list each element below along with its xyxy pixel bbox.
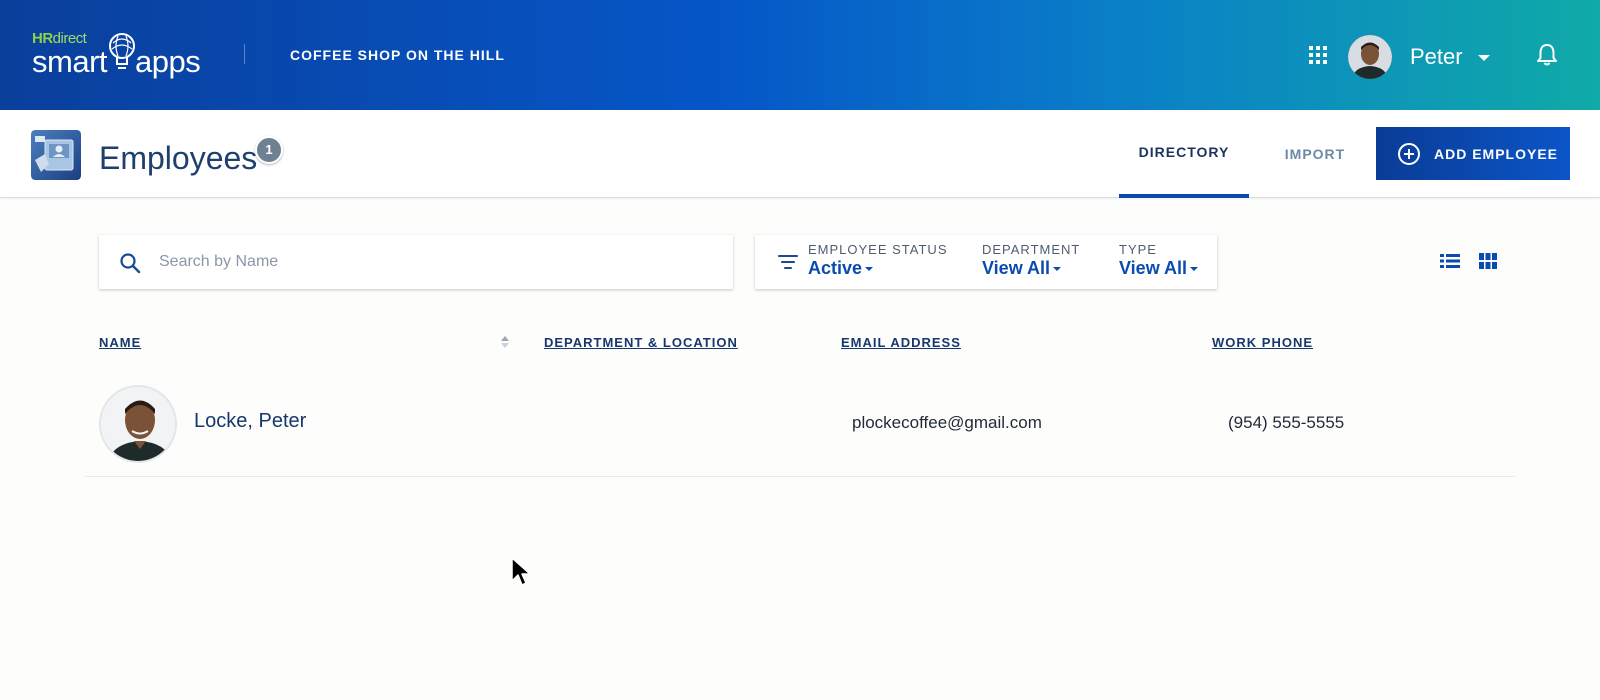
column-header-department[interactable]: DEPARTMENT & LOCATION (544, 335, 738, 350)
bell-icon[interactable] (1536, 43, 1558, 67)
employee-count-badge: 1 (255, 136, 283, 164)
user-photo (1348, 35, 1392, 79)
caret-down-icon (1190, 266, 1199, 271)
chevron-down-icon[interactable] (1478, 55, 1490, 61)
add-employee-button[interactable]: ADD EMPLOYEE (1376, 127, 1570, 180)
mouse-cursor-icon (511, 557, 531, 586)
page-title: Employees (99, 140, 258, 176)
filter-icon[interactable] (777, 253, 799, 271)
page-header: Employees 1 DIRECTORY IMPORT ADD EMPLOYE… (0, 110, 1600, 198)
add-employee-label: ADD EMPLOYEE (1434, 145, 1559, 162)
search-icon (120, 253, 141, 274)
plus-circle-icon (1398, 142, 1420, 165)
tab-import[interactable]: IMPORT (1260, 110, 1370, 198)
lightbulb-icon (109, 33, 135, 69)
header-divider (244, 44, 245, 64)
caret-down-icon (865, 266, 874, 271)
employee-phone[interactable]: (954) 555-5555 (1228, 413, 1344, 433)
department-filter[interactable]: DEPARTMENT View All (982, 242, 1080, 279)
list-view-icon[interactable] (1440, 253, 1460, 269)
employee-email[interactable]: plockecoffee@gmail.com (852, 413, 1042, 433)
grid-view-icon[interactable] (1479, 253, 1497, 269)
employee-status-filter[interactable]: EMPLOYEE STATUS Active (808, 242, 948, 279)
column-header-email[interactable]: EMAIL ADDRESS (841, 335, 961, 350)
department-value[interactable]: View All (982, 258, 1080, 279)
type-filter[interactable]: TYPE View All (1119, 242, 1199, 279)
table-row[interactable]: Locke, Peter plockecoffee@gmail.com (954… (85, 377, 1515, 477)
company-name: COFFEE SHOP ON THE HILL (290, 47, 505, 63)
employee-photo (101, 387, 175, 461)
user-avatar[interactable] (1348, 35, 1392, 79)
column-header-name[interactable]: NAME (99, 335, 141, 350)
department-label: DEPARTMENT (982, 242, 1081, 257)
logo-smart-text: smart (32, 44, 108, 79)
caret-down-icon (1053, 266, 1062, 271)
tab-directory[interactable]: DIRECTORY (1119, 110, 1249, 198)
sort-icon[interactable] (500, 335, 510, 349)
search-input[interactable] (159, 249, 709, 275)
filter-bar: EMPLOYEE STATUS Active DEPARTMENT View A… (755, 235, 1217, 289)
top-nav-bar: HRdirect smart apps COFFEE SHOP ON THE H… (0, 0, 1600, 110)
employees-app-icon (31, 130, 81, 180)
employee-avatar[interactable] (99, 385, 177, 463)
type-value[interactable]: View All (1119, 258, 1199, 279)
employee-name[interactable]: Locke, Peter (194, 410, 306, 433)
apps-grid-icon[interactable] (1309, 46, 1327, 64)
username[interactable]: Peter (1410, 44, 1463, 70)
column-header-phone[interactable]: WORK PHONE (1212, 335, 1313, 350)
type-label: TYPE (1119, 242, 1157, 257)
employee-status-label: EMPLOYEE STATUS (808, 242, 948, 257)
employee-status-value[interactable]: Active (808, 258, 948, 279)
search-box (99, 235, 733, 289)
logo-apps-text: apps (135, 44, 201, 79)
hrdirect-smartapps-logo[interactable]: HRdirect smart apps (32, 30, 207, 80)
